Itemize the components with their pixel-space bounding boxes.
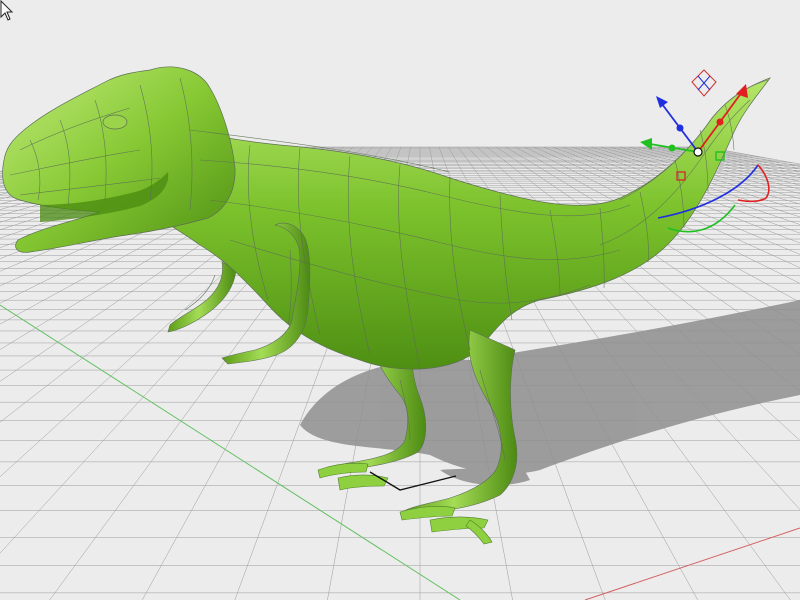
3d-viewport[interactable] (0, 0, 800, 600)
dino-eye (102, 114, 128, 130)
gizmo-x-scale-handle[interactable] (716, 118, 724, 126)
gizmo-z-scale-handle[interactable] (676, 124, 684, 132)
gizmo-y-scale-handle[interactable] (668, 144, 676, 152)
gizmo-center-handle[interactable] (693, 147, 703, 157)
arrow-pointer-icon (0, 0, 14, 21)
viewport-canvas[interactable] (0, 0, 800, 600)
